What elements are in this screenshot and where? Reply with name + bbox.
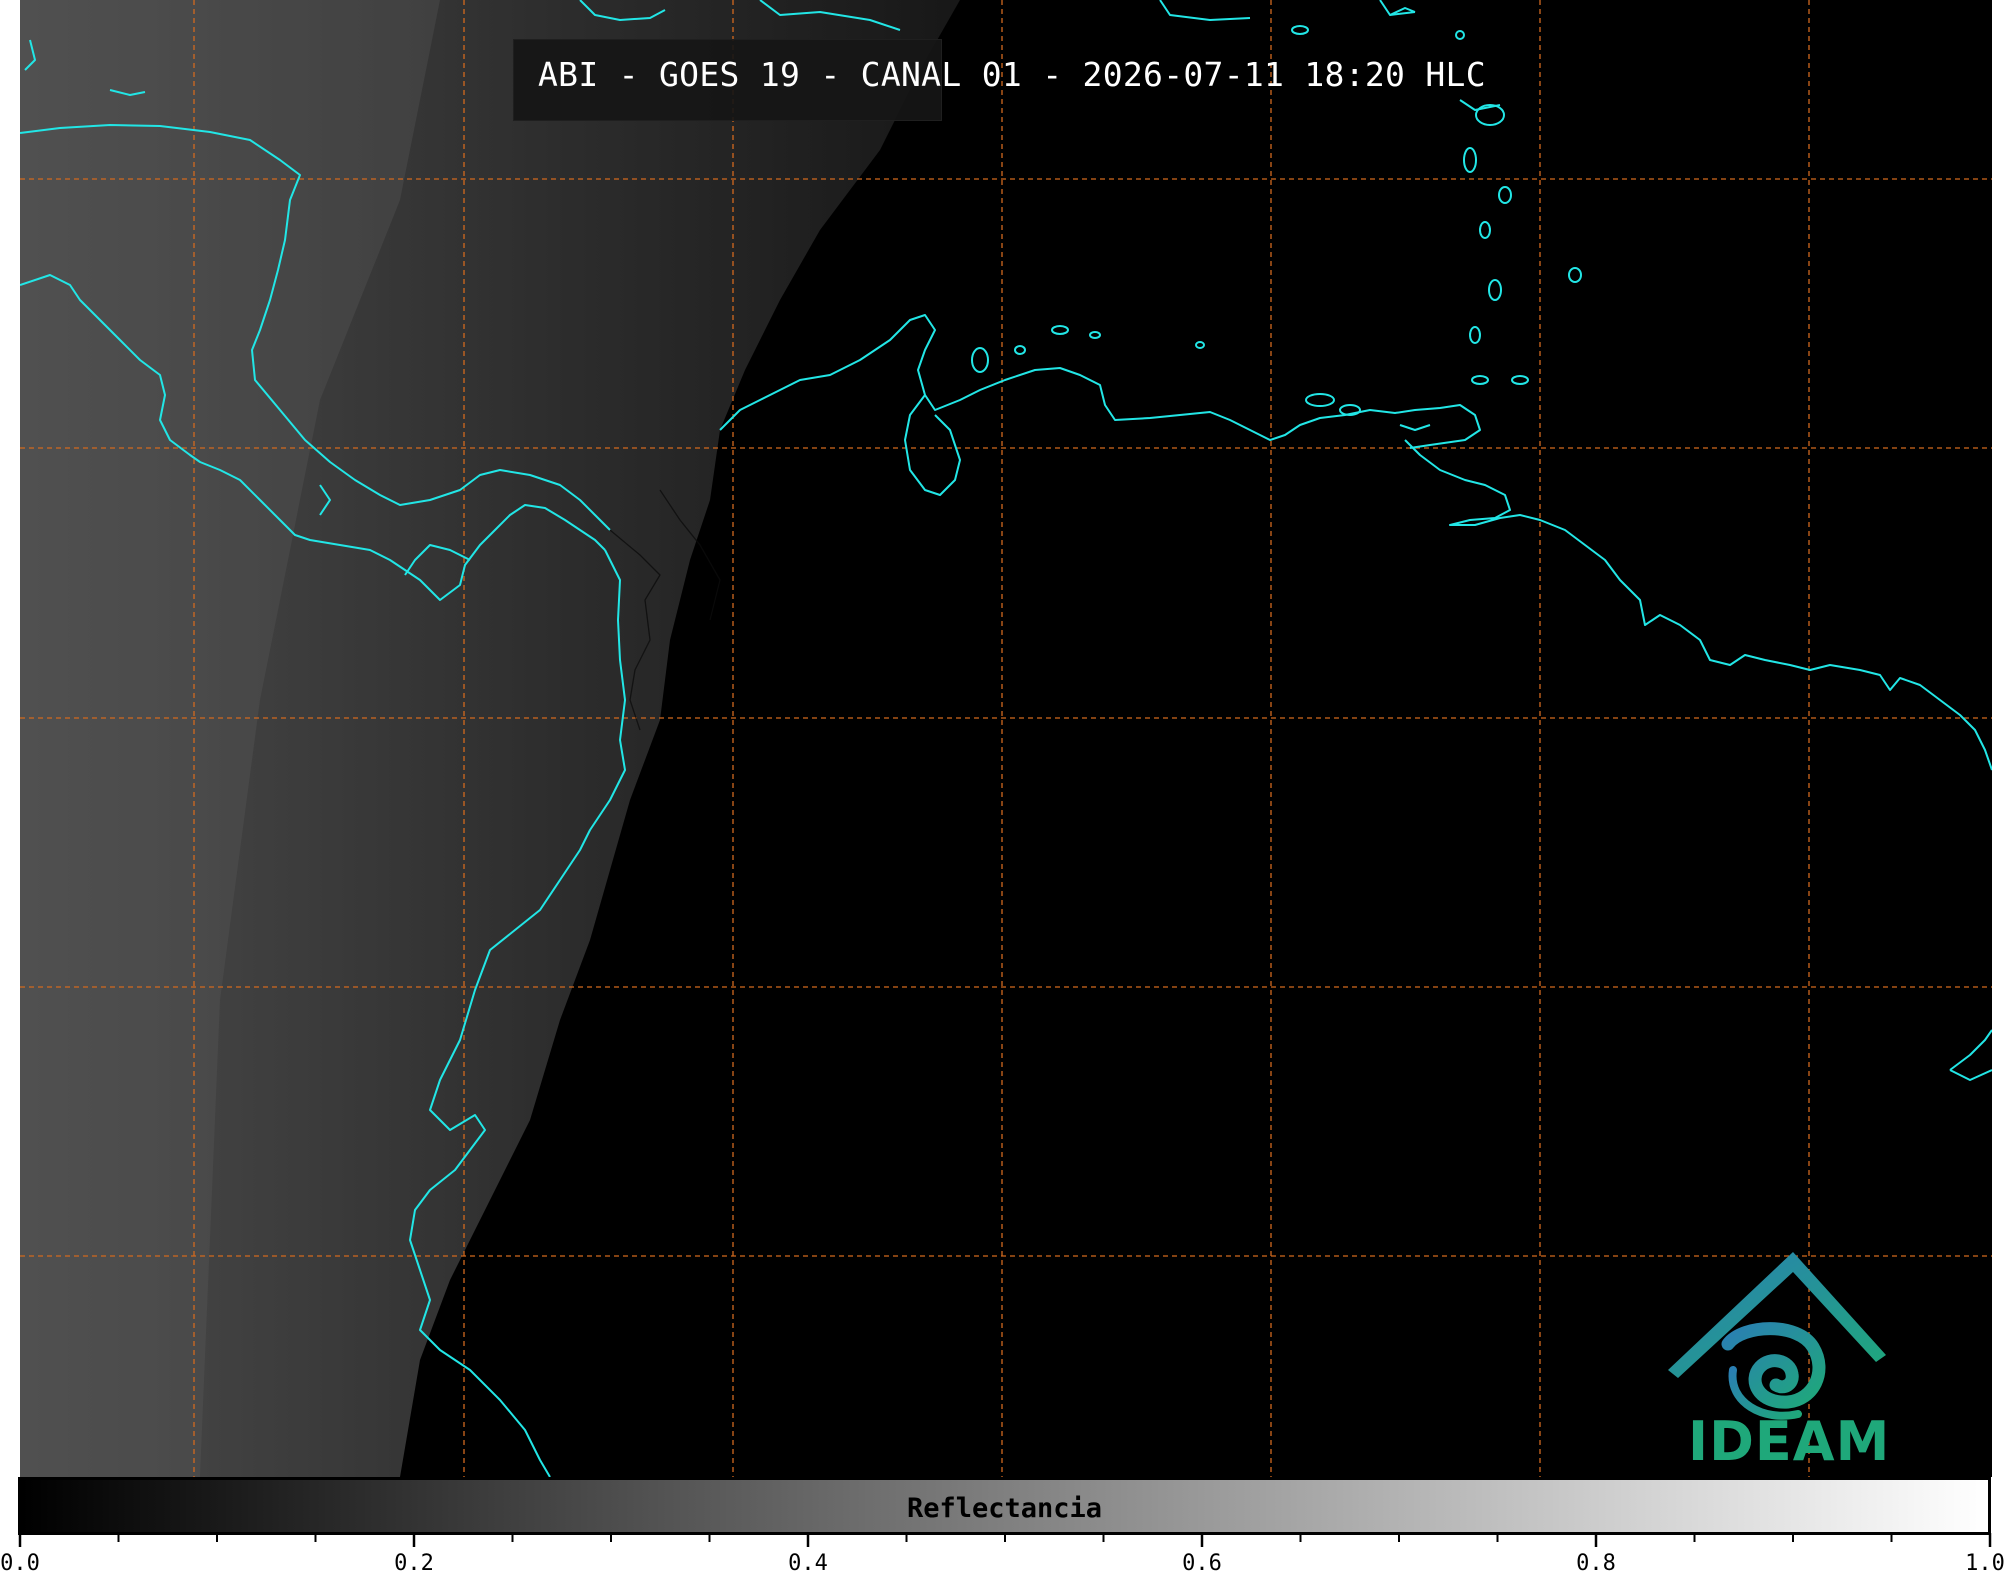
colorbar-tick-label: 0.8: [1576, 1551, 1616, 1576]
colorbar-tick-label: 1.0: [1965, 1551, 2005, 1576]
colorbar-tick-label: 0.4: [788, 1551, 828, 1576]
map-title: ABI - GOES 19 - CANAL 01 - 2026-07-11 18…: [538, 55, 1486, 94]
colorbar-tick-label: 0.6: [1182, 1551, 1222, 1576]
colorbar-label: Reflectancia: [906, 1493, 1103, 1524]
colorbar-ticks: [18, 1533, 1992, 1547]
colorbar-tick-label: 0.0: [0, 1551, 40, 1576]
colorbar-tick-label: 0.2: [394, 1551, 434, 1576]
logo-text: IDEAM: [1688, 1410, 1891, 1473]
logo-spiral-icon: [1721, 1322, 1826, 1420]
colorbar: Reflectancia: [18, 1477, 1991, 1535]
